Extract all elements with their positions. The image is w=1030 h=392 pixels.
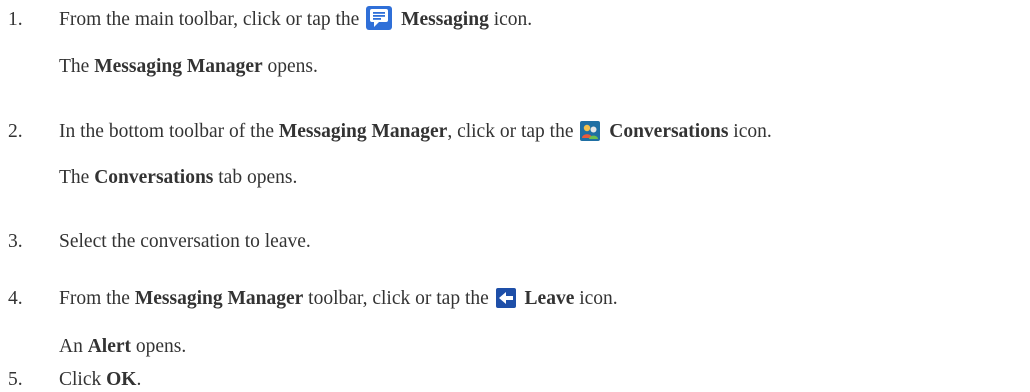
step-text: Click OK.: [59, 368, 141, 392]
step-text: From the main toolbar, click or tap the …: [59, 5, 533, 33]
step-text: From the Messaging Manager toolbar, clic…: [59, 287, 618, 311]
conversations-tab-label: Conversations: [94, 167, 214, 188]
step-text-pre: Click: [59, 369, 102, 390]
messaging-manager-label: Messaging Manager: [134, 288, 304, 309]
step-number: 4.: [8, 288, 23, 309]
step-number: 3.: [8, 231, 23, 252]
step-text-post: icon.: [493, 9, 533, 30]
result-text-pre: An: [59, 336, 83, 357]
result-text-pre: The: [59, 56, 90, 77]
step-text: In the bottom toolbar of the Messaging M…: [59, 120, 772, 144]
conversations-icon: [580, 120, 601, 141]
step-number: 1.: [8, 9, 23, 30]
result-text-pre: The: [59, 167, 90, 188]
messaging-manager-label: Messaging Manager: [94, 56, 263, 77]
result-text-post: tab opens.: [218, 167, 298, 188]
step-text: Select the conversation to leave.: [59, 231, 311, 252]
ok-label: OK: [106, 369, 137, 390]
alert-label: Alert: [87, 336, 132, 357]
messaging-label: Messaging: [401, 9, 489, 30]
step-text-pre: In the bottom toolbar of the: [59, 121, 274, 142]
step-text-pre: From the main toolbar, click or tap the: [59, 9, 360, 30]
step-text-mid: , click or tap the: [447, 121, 574, 142]
messaging-icon: [366, 5, 393, 30]
leave-icon: [495, 287, 516, 308]
result-text-post: opens.: [135, 336, 187, 357]
step-number: 5.: [8, 369, 23, 390]
step-text-mid: toolbar, click or tap the: [308, 288, 489, 309]
leave-label: Leave: [524, 288, 575, 309]
result-text-post: opens.: [267, 56, 318, 77]
step-text-post: icon.: [733, 121, 772, 142]
step-text-post: .: [136, 369, 142, 390]
step-text-pre: From the: [59, 288, 130, 309]
step-number: 2.: [8, 121, 23, 142]
conversations-label: Conversations: [609, 121, 729, 142]
messaging-manager-label: Messaging Manager: [278, 121, 448, 142]
step-text-post: icon.: [579, 288, 618, 309]
